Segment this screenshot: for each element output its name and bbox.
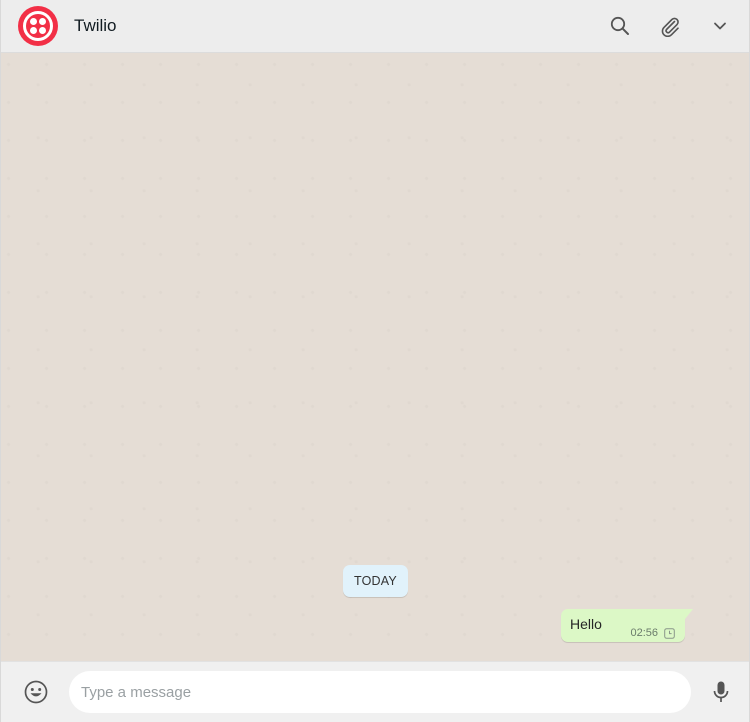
logo-dot [39,27,46,34]
logo-dot [39,18,46,25]
message-text: Hello [570,616,602,632]
logo-dot [30,27,37,34]
clock-icon [664,627,675,639]
chat-header: Twilio [1,0,749,53]
date-separator: TODAY [343,565,408,597]
message-list[interactable]: TODAY Hello 02:56 [1,53,749,661]
paperclip-icon[interactable] [659,15,681,37]
logo-ring [23,11,53,41]
header-actions [609,15,731,37]
search-icon[interactable] [609,15,631,37]
outgoing-message[interactable]: Hello 02:56 [561,609,693,642]
bubble-tail [685,609,693,619]
message-input[interactable] [81,683,679,701]
emoji-icon[interactable] [23,679,49,705]
contact-name[interactable]: Twilio [74,16,609,36]
message-time: 02:56 [630,627,658,639]
message-meta: 02:56 [630,627,675,639]
composer [1,661,749,722]
microphone-icon[interactable] [711,680,731,704]
logo-dot [30,18,37,25]
twilio-logo-avatar[interactable] [18,6,58,46]
chat-window: Twilio TODAY Hello 02:56 Type a message [0,0,750,722]
message-input-wrapper[interactable] [69,671,691,713]
chevron-down-icon[interactable] [709,15,731,37]
